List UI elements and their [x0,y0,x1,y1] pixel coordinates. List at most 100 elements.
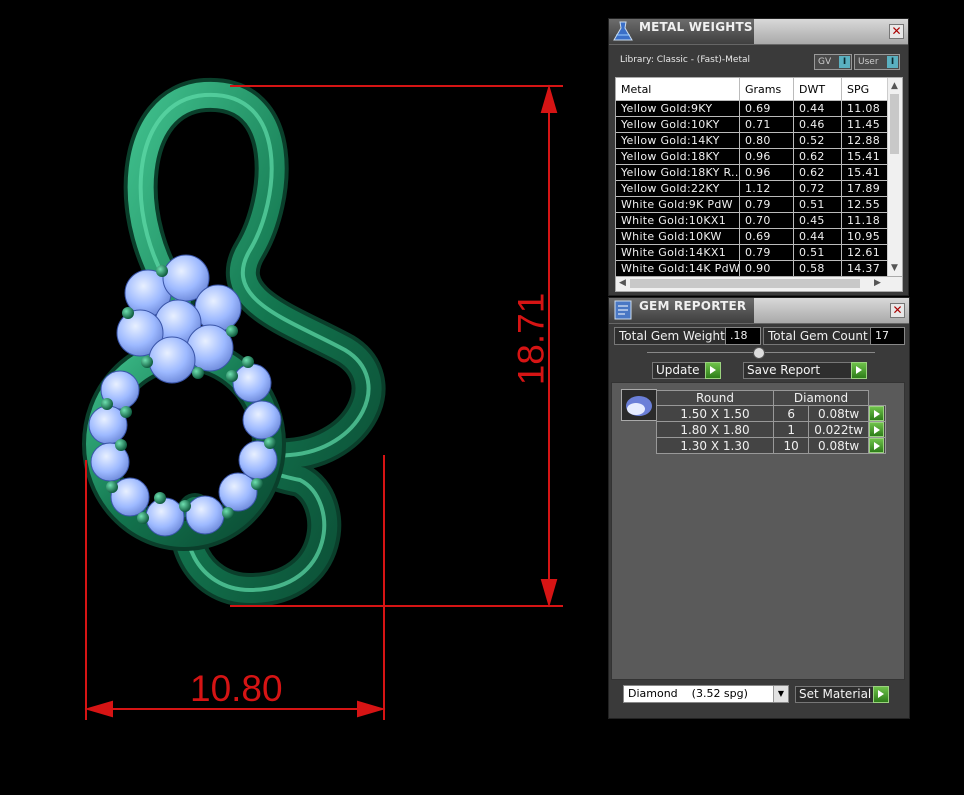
table-cell: White Gold:14KX1 [616,244,740,261]
vertical-scrollbar[interactable]: ▲ ▼ [887,78,902,276]
gem-cell: 1 [772,421,810,438]
gem-list-area: Round Diamond 1.50 X 1.50 6 0.08tw 1.80 X 1… [611,382,905,680]
table-cell: White Gold:9K PdW [616,196,740,213]
column-header[interactable]: Grams [739,78,794,101]
jewelry-render [82,77,563,720]
gem-reporter-titlebar[interactable]: GEM REPORTER ✕ [609,298,909,324]
table-cell: 15.41 [841,148,888,165]
table-row[interactable]: Yellow Gold:9KY 0.69 0.44 11.08 [616,100,888,117]
gem-stone [145,497,185,537]
material-select[interactable]: Diamond (3.52 spg) ▼ [623,685,789,703]
table-cell: 15.41 [841,164,888,181]
bead-prong [106,481,118,493]
scroll-thumb[interactable] [630,279,860,288]
bead-prong [115,439,127,451]
library-label: Library: Classic - (Fast)-Metal [620,55,751,65]
slider-knob[interactable] [753,347,765,359]
column-header[interactable]: DWT [793,78,842,101]
bead-prong [251,478,263,490]
table-cell: 17.89 [841,180,888,197]
table-cell: 0.96 [739,148,794,165]
gv-toggle[interactable]: GV I [814,54,852,70]
gem-stone [218,472,258,512]
table-row[interactable]: White Gold:10KW 0.69 0.44 10.95 [616,228,888,245]
table-cell: 0.44 [793,228,842,245]
scroll-right-icon[interactable]: ▶ [874,277,881,289]
table-cell: 12.55 [841,196,888,213]
table-cell: 0.46 [793,116,842,133]
table-row[interactable]: Yellow Gold:14KY 0.80 0.52 12.88 [616,132,888,149]
horizontal-scrollbar[interactable]: ◀ ▶ [615,276,903,292]
table-row[interactable]: Yellow Gold:18KY 0.96 0.62 15.41 [616,148,888,165]
dimension-width-label: 10.80 [190,668,283,709]
panel-title: GEM REPORTER [639,299,747,313]
gem-stone [242,400,282,440]
table-row[interactable]: Yellow Gold:10KY 0.71 0.46 11.45 [616,116,888,133]
play-icon[interactable] [851,362,867,379]
table-cell: 0.80 [739,132,794,149]
table-row[interactable]: White Gold:9K PdW 0.79 0.51 12.55 [616,196,888,213]
table-cell: 11.18 [841,212,888,229]
bead-prong [242,356,254,368]
dimension-height-label: 18.71 [510,292,552,386]
gem-stone [185,495,225,535]
scroll-thumb[interactable] [890,94,899,154]
gem-row-action[interactable] [868,405,886,422]
metal-weights-titlebar[interactable]: METAL WEIGHTS ✕ [609,19,908,45]
table-cell: Yellow Gold:18KY R... [616,164,740,181]
play-icon[interactable] [869,422,884,437]
scroll-up-icon[interactable]: ▲ [891,80,898,92]
flask-icon [613,21,633,41]
bead-prong [179,500,191,512]
gem-row-action[interactable] [868,421,886,438]
close-icon[interactable]: ✕ [889,24,904,39]
table-cell: White Gold:10KW [616,228,740,245]
play-icon[interactable] [869,406,884,421]
set-material-label: Set Material [799,687,872,701]
table-cell: White Gold:14K PdW [616,260,740,276]
gem-cell: 1.50 X 1.50 [656,405,774,422]
column-header[interactable]: SPG [841,78,888,101]
bead-prong [101,398,113,410]
table-cell: 11.45 [841,116,888,133]
gem-table: Round Diamond 1.50 X 1.50 6 0.08tw 1.80 X 1… [656,390,886,454]
bead-prong [156,265,168,277]
table-row[interactable]: Yellow Gold:18KY R... 0.96 0.62 15.41 [616,164,888,181]
gem-cell: 0.022tw [808,421,869,438]
scroll-left-icon[interactable]: ◀ [619,277,626,289]
bead-prong [122,307,134,319]
close-icon[interactable]: ✕ [890,303,905,318]
viewport-3d[interactable]: 10.80 18.71 [0,0,600,795]
gem-row[interactable]: 1.80 X 1.80 1 0.022tw [656,421,886,438]
gem-row[interactable]: 1.30 X 1.30 10 0.08tw [656,437,886,454]
scroll-down-icon[interactable]: ▼ [891,262,898,274]
bead-prong [120,406,132,418]
play-icon[interactable] [873,686,889,703]
gem-row-action[interactable] [868,437,886,454]
table-row[interactable]: White Gold:10KX1 0.70 0.45 11.18 [616,212,888,229]
slider[interactable] [647,347,875,359]
table-cell: 0.90 [739,260,794,276]
table-cell: 0.51 [793,196,842,213]
gem-row[interactable]: 1.50 X 1.50 6 0.08tw [656,405,886,422]
bead-prong [137,512,149,524]
table-cell: 0.69 [739,228,794,245]
table-row[interactable]: White Gold:14KX1 0.79 0.51 12.61 [616,244,888,261]
gem-cell: 1.80 X 1.80 [656,421,774,438]
gem-shape-header: Round [656,390,774,406]
bead-prong [226,370,238,382]
user-toggle[interactable]: User I [854,54,900,70]
play-icon[interactable] [705,362,721,379]
play-icon[interactable] [869,438,884,453]
update-label: Update [656,363,700,377]
gem-reporter-panel: GEM REPORTER ✕ Total Gem Weight .18 Tota… [608,297,910,719]
table-row[interactable]: Yellow Gold:22KY 1.12 0.72 17.89 [616,180,888,197]
column-header[interactable]: Metal [616,78,740,101]
bead-prong [226,325,238,337]
save-report-button[interactable]: Save Report [743,362,866,379]
table-row[interactable]: White Gold:14K PdW 0.90 0.58 14.37 [616,260,888,276]
table-cell: 0.69 [739,100,794,117]
chevron-down-icon[interactable]: ▼ [773,686,788,702]
metal-table[interactable]: Metal Grams DWT SPG Yellow Gold:9KY 0.69 0.44… [615,77,903,277]
table-cell: 0.62 [793,164,842,181]
